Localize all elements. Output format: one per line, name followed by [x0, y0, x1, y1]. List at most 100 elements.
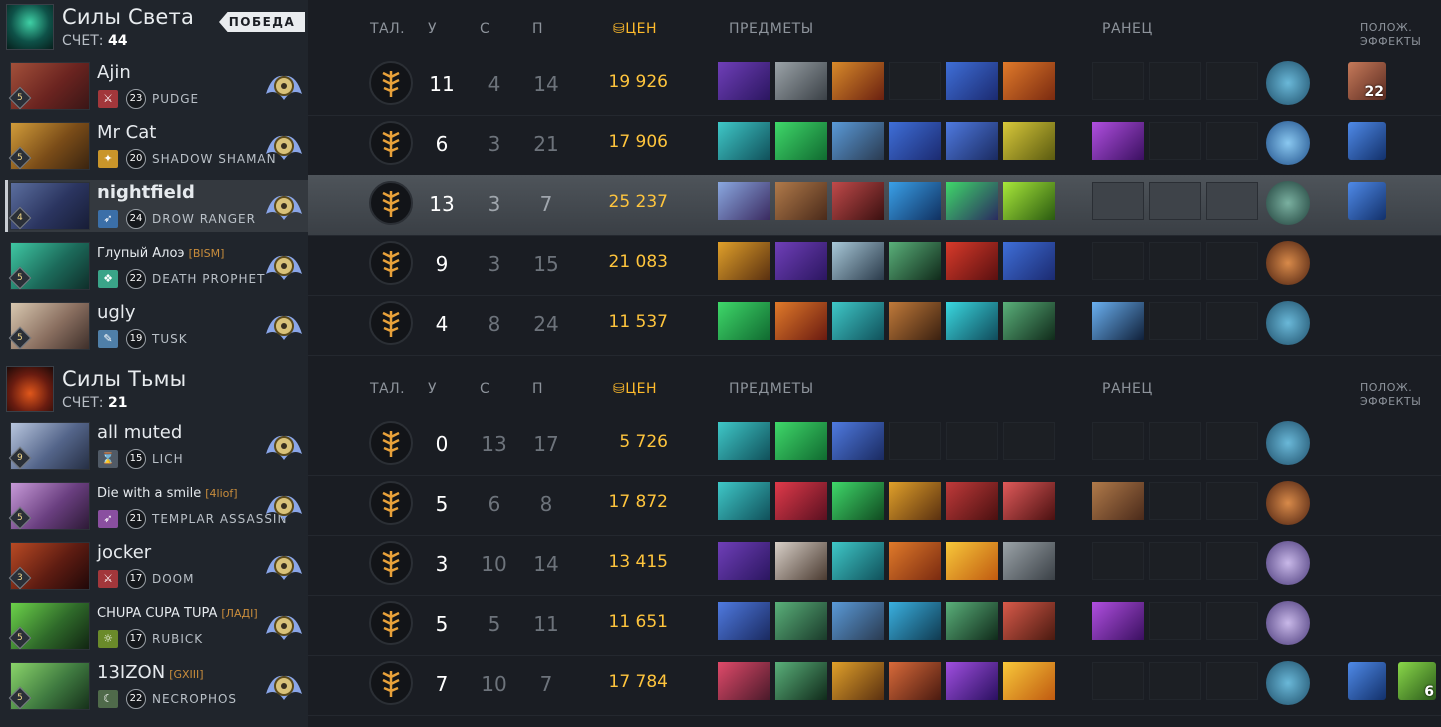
talent-tree-icon[interactable] — [369, 61, 413, 105]
item-slot[interactable] — [775, 542, 827, 580]
item-slot[interactable] — [1003, 542, 1055, 580]
player-row[interactable]: 5 Ajin ⚔ 23 PUDGE — [6, 60, 308, 112]
stats-row[interactable]: 4 8 24 11 537 — [308, 295, 1441, 356]
talent-tree-icon[interactable] — [369, 181, 413, 225]
item-slot[interactable] — [1003, 482, 1055, 520]
item-slot[interactable] — [718, 482, 770, 520]
item-slot[interactable] — [946, 542, 998, 580]
item-slot[interactable] — [946, 662, 998, 700]
item-slot[interactable] — [889, 122, 941, 160]
item-slot[interactable] — [718, 302, 770, 340]
player-name[interactable]: ugly — [97, 302, 136, 323]
talent-tree-icon[interactable] — [369, 421, 413, 465]
player-name[interactable]: jocker — [97, 542, 151, 563]
backpack-slot-empty[interactable] — [1149, 242, 1201, 280]
player-name[interactable]: CHUPA CUPA TUPA [ЛАДІ] — [97, 606, 258, 621]
item-slot[interactable] — [718, 662, 770, 700]
item-slot[interactable] — [946, 482, 998, 520]
item-slot-empty[interactable] — [889, 422, 941, 460]
item-slot-empty[interactable] — [946, 422, 998, 460]
item-slot[interactable] — [832, 62, 884, 100]
backpack-slot-empty[interactable] — [1206, 542, 1258, 580]
item-slot[interactable] — [946, 302, 998, 340]
backpack-slot-empty[interactable] — [1092, 62, 1144, 100]
talent-tree-icon[interactable] — [369, 301, 413, 345]
item-slot[interactable] — [1003, 62, 1055, 100]
item-slot[interactable] — [832, 482, 884, 520]
stats-row[interactable]: 3 10 14 13 415 — [308, 535, 1441, 596]
player-name[interactable]: Ajin — [97, 62, 131, 83]
backpack-slot-empty[interactable] — [1206, 242, 1258, 280]
item-slot[interactable] — [889, 602, 941, 640]
player-name[interactable]: 13IZON [GXIII] — [97, 662, 204, 683]
player-row[interactable]: 3 jocker ⚔ 17 DOOM — [6, 540, 308, 592]
player-row-selected[interactable]: 4 nightfield ➶ 24 DROW RANGER — [5, 180, 308, 232]
item-slot[interactable] — [832, 182, 884, 220]
neutral-item-slot[interactable] — [1266, 241, 1310, 285]
talent-tree-icon[interactable] — [369, 661, 413, 705]
item-slot[interactable] — [1003, 122, 1055, 160]
backpack-slot[interactable] — [1092, 302, 1144, 340]
buff-icon[interactable]: 22 — [1348, 62, 1386, 100]
item-slot[interactable] — [946, 242, 998, 280]
item-slot[interactable] — [1003, 662, 1055, 700]
neutral-item-slot[interactable] — [1266, 661, 1310, 705]
player-row[interactable]: 5 Mr Cat ✦ 20 SHADOW SHAMAN — [6, 120, 308, 172]
buff-icon[interactable] — [1348, 122, 1386, 160]
backpack-slot-empty[interactable] — [1092, 662, 1144, 700]
item-slot[interactable] — [718, 422, 770, 460]
backpack-slot-empty[interactable] — [1092, 422, 1144, 460]
item-slot[interactable] — [832, 122, 884, 160]
item-slot[interactable] — [1003, 182, 1055, 220]
item-slot[interactable] — [832, 302, 884, 340]
talent-tree-icon[interactable] — [369, 541, 413, 585]
stats-row[interactable]: 5 6 8 17 872 — [308, 475, 1441, 536]
item-slot[interactable] — [946, 602, 998, 640]
player-name[interactable]: nightfield — [97, 182, 195, 203]
backpack-slot-empty[interactable] — [1149, 422, 1201, 460]
item-slot[interactable] — [889, 482, 941, 520]
backpack-slot-empty[interactable] — [1206, 482, 1258, 520]
item-slot[interactable] — [889, 662, 941, 700]
backpack-slot-empty[interactable] — [1149, 302, 1201, 340]
backpack-slot-empty[interactable] — [1206, 182, 1258, 220]
talent-tree-icon[interactable] — [369, 241, 413, 285]
backpack-slot-empty[interactable] — [1206, 422, 1258, 460]
player-row[interactable]: 5 CHUPA CUPA TUPA [ЛАДІ] ☼ 17 RUBICK — [6, 600, 308, 652]
item-slot[interactable] — [889, 182, 941, 220]
item-slot[interactable] — [889, 542, 941, 580]
item-slot[interactable] — [946, 62, 998, 100]
neutral-item-slot[interactable] — [1266, 481, 1310, 525]
stats-row-selected[interactable]: 13 3 7 25 237 — [308, 175, 1441, 236]
stats-row[interactable]: 7 10 7 17 784 6 — [308, 655, 1441, 716]
item-slot-empty[interactable] — [889, 62, 941, 100]
item-slot[interactable] — [832, 662, 884, 700]
player-name[interactable]: Mr Cat — [97, 122, 156, 143]
item-slot[interactable] — [718, 62, 770, 100]
item-slot[interactable] — [775, 302, 827, 340]
buff-icon[interactable] — [1348, 662, 1386, 700]
backpack-slot-empty[interactable] — [1092, 542, 1144, 580]
player-row[interactable]: 5 Die with a smile [4liof] ➶ 21 TEMPLAR A… — [6, 480, 308, 532]
item-slot-empty[interactable] — [1003, 422, 1055, 460]
item-slot[interactable] — [889, 302, 941, 340]
backpack-slot-empty[interactable] — [1149, 182, 1201, 220]
player-name[interactable]: Die with a smile [4liof] — [97, 486, 238, 501]
backpack-slot-empty[interactable] — [1206, 662, 1258, 700]
stats-row[interactable]: 5 5 11 11 651 — [308, 595, 1441, 656]
item-slot[interactable] — [775, 62, 827, 100]
item-slot[interactable] — [1003, 302, 1055, 340]
item-slot[interactable] — [775, 422, 827, 460]
item-slot[interactable] — [775, 602, 827, 640]
item-slot[interactable] — [775, 482, 827, 520]
stats-row[interactable]: 6 3 21 17 906 — [308, 115, 1441, 176]
backpack-slot-empty[interactable] — [1206, 62, 1258, 100]
backpack-slot-empty[interactable] — [1149, 542, 1201, 580]
player-row[interactable]: 9 all muted ⌛ 15 LICH — [6, 420, 308, 472]
item-slot[interactable] — [1003, 602, 1055, 640]
stats-row[interactable]: 11 4 14 19 926 22 — [308, 55, 1441, 116]
backpack-slot-empty[interactable] — [1092, 242, 1144, 280]
item-slot[interactable] — [832, 422, 884, 460]
item-slot[interactable] — [718, 242, 770, 280]
backpack-slot[interactable] — [1092, 122, 1144, 160]
